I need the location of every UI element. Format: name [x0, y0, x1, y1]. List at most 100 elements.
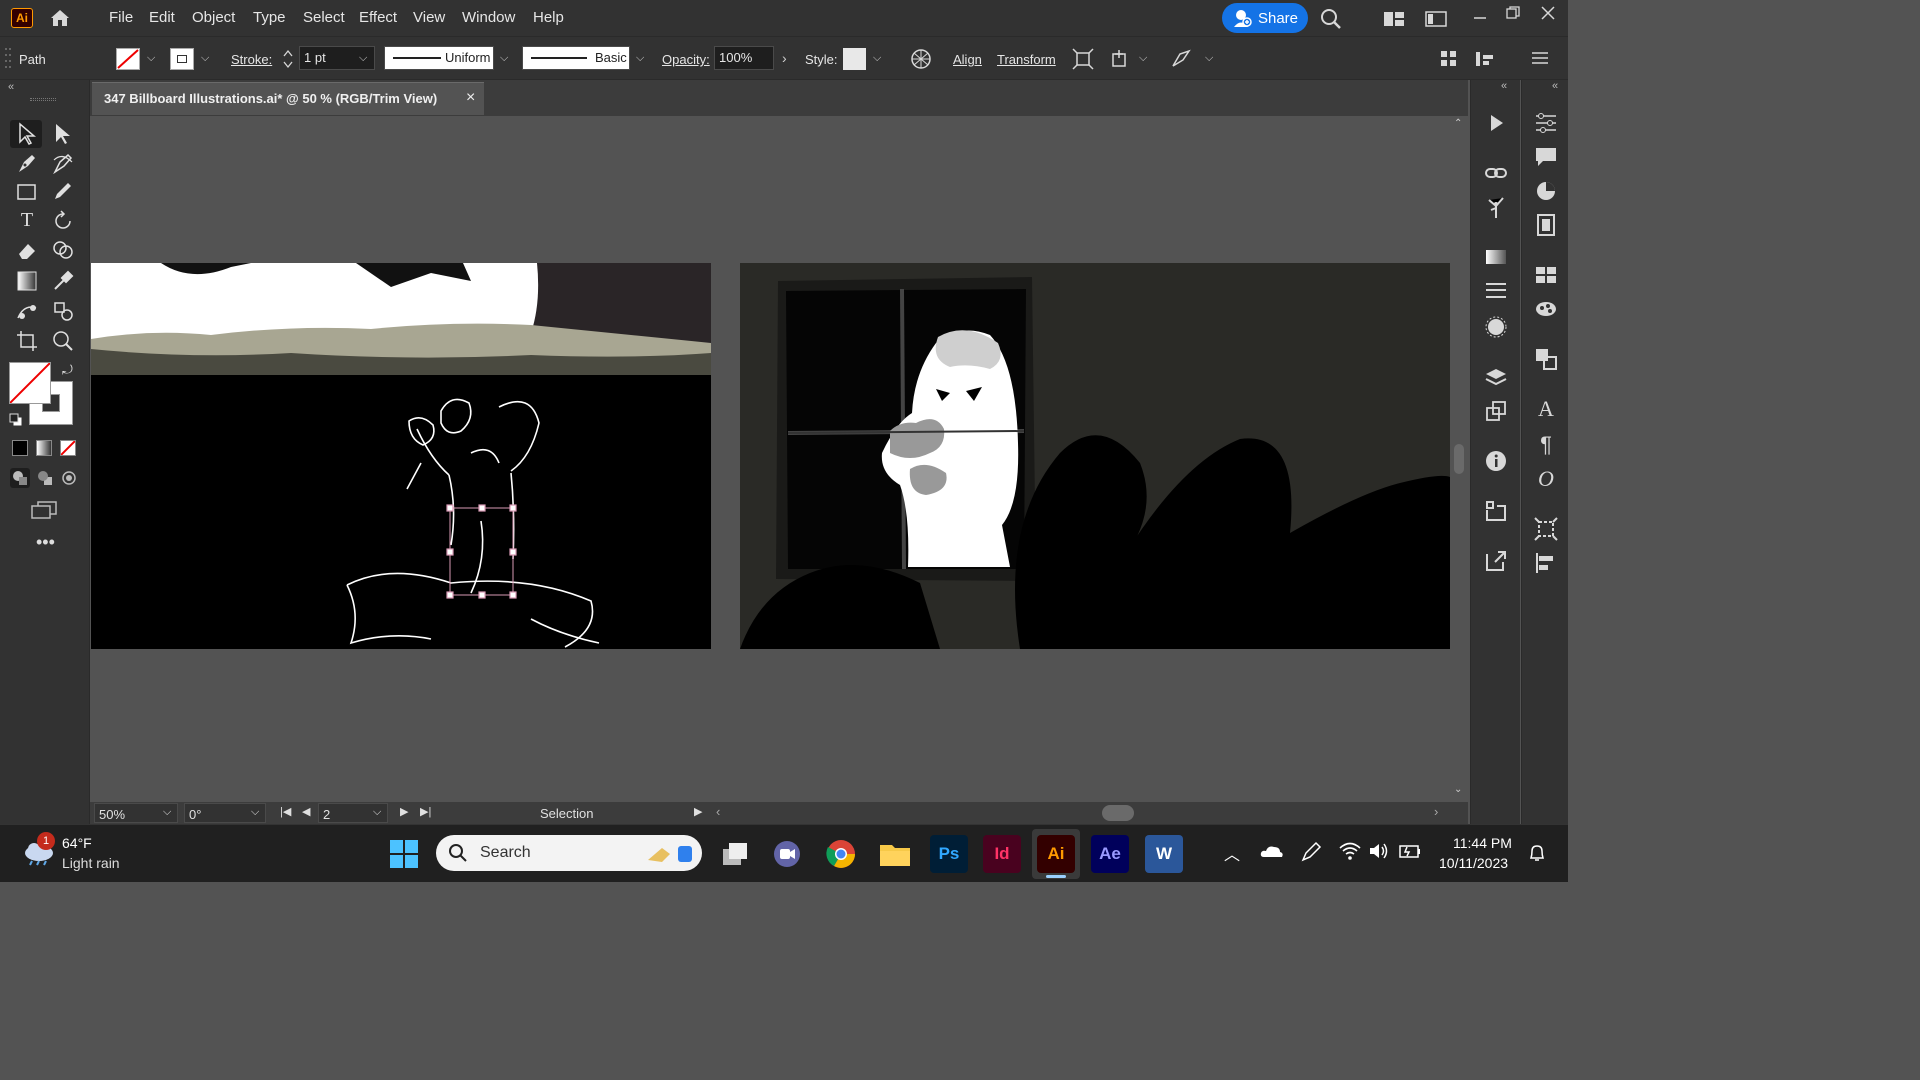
opentype-icon[interactable]: O	[1533, 466, 1559, 492]
comments-icon[interactable]	[1533, 144, 1559, 170]
after-effects-app[interactable]: Ae	[1091, 835, 1129, 873]
artboard-field[interactable]: 2 ⌵	[318, 803, 388, 823]
battery-icon[interactable]	[1398, 841, 1422, 861]
notification-bell-icon[interactable]	[1528, 843, 1546, 863]
chevron-down-icon[interactable]: ⌵	[1139, 52, 1147, 65]
next-artboard-icon[interactable]: ▶	[400, 805, 408, 818]
scroll-left-icon[interactable]: ‹	[716, 804, 720, 819]
share-button[interactable]: Share	[1222, 3, 1308, 33]
swap-colors-icon[interactable]: ⤾	[62, 362, 73, 378]
layers-icon[interactable]	[1483, 364, 1509, 390]
task-view-icon[interactable]	[719, 839, 751, 869]
opacity-label[interactable]: Opacity:	[662, 52, 710, 67]
puppet-warp-icon[interactable]	[1170, 48, 1192, 70]
teams-chat-icon[interactable]	[772, 839, 802, 869]
close-icon[interactable]	[1540, 5, 1556, 21]
collapse-icon[interactable]: «	[1501, 80, 1507, 92]
word-app[interactable]: W	[1145, 835, 1183, 873]
onedrive-icon[interactable]	[1260, 843, 1284, 859]
pencil-tool-icon[interactable]	[52, 180, 74, 202]
status-menu-icon[interactable]: ▶	[694, 805, 702, 818]
appearance-icon[interactable]	[1483, 314, 1509, 340]
artboards-icon[interactable]	[1483, 398, 1509, 424]
shape-builder-tool-icon[interactable]	[52, 240, 74, 262]
chevron-down-icon[interactable]: ⌵	[873, 52, 881, 65]
chevron-down-icon[interactable]: ⌵	[1205, 52, 1213, 65]
stepper-icon[interactable]	[282, 47, 294, 71]
eraser-tool-icon[interactable]	[16, 240, 38, 262]
zoom-field[interactable]: 50% ⌵	[94, 803, 178, 823]
last-artboard-icon[interactable]: ▶|	[420, 805, 431, 818]
chrome-icon[interactable]	[825, 838, 857, 870]
rotation-field[interactable]: 0° ⌵	[184, 803, 266, 823]
distribute-icon[interactable]	[1474, 50, 1496, 68]
photoshop-app[interactable]: Ps	[930, 835, 968, 873]
chevron-down-icon[interactable]: ⌵	[359, 52, 367, 65]
chevron-down-icon[interactable]: ⌵	[251, 806, 259, 819]
document-tab[interactable]: 347 Billboard Illustrations.ai* @ 50 % (…	[92, 82, 484, 115]
chevron-down-icon[interactable]: ⌵	[147, 52, 155, 65]
close-tab-icon[interactable]: ×	[466, 89, 475, 107]
minimize-icon[interactable]	[1472, 10, 1488, 26]
align-link[interactable]: Align	[953, 52, 982, 67]
default-colors-icon[interactable]	[9, 413, 23, 427]
menu-edit[interactable]: Edit	[149, 9, 175, 26]
wifi-icon[interactable]	[1338, 841, 1362, 861]
vertical-scrollbar[interactable]: ⌃ ⌄	[1450, 116, 1468, 802]
menu-type[interactable]: Type	[253, 9, 286, 26]
transform-link[interactable]: Transform	[997, 52, 1056, 67]
fill-color-box[interactable]	[9, 362, 51, 404]
draw-inside-icon[interactable]	[61, 470, 77, 486]
scroll-down-icon[interactable]: ⌄	[1454, 784, 1462, 795]
artboard-2[interactable]	[740, 263, 1450, 649]
graphic-style-swatch[interactable]	[843, 48, 866, 70]
fill-swatch[interactable]	[116, 48, 140, 70]
grid-panel-icon[interactable]	[1440, 50, 1458, 68]
swatches-icon[interactable]	[1533, 262, 1559, 288]
properties-icon[interactable]	[1533, 110, 1559, 136]
brushes-icon[interactable]	[1533, 296, 1559, 322]
pen-icon[interactable]	[1300, 841, 1322, 863]
panel-menu-icon[interactable]	[1532, 51, 1548, 65]
cc-libraries-icon[interactable]	[1483, 498, 1509, 524]
menu-help[interactable]: Help	[533, 9, 564, 26]
menu-file[interactable]: File	[109, 9, 133, 26]
zoom-tool-icon[interactable]	[52, 330, 74, 352]
menu-object[interactable]: Object	[192, 9, 235, 26]
gradient-mode-button[interactable]	[36, 440, 52, 456]
scroll-thumb[interactable]	[1454, 444, 1464, 474]
character-icon[interactable]: A	[1533, 396, 1559, 422]
chevron-down-icon[interactable]: ⌵	[201, 52, 209, 65]
align-panel-icon[interactable]	[1533, 550, 1559, 576]
selection-tool-icon[interactable]	[16, 122, 38, 146]
previous-artboard-icon[interactable]: ◀	[302, 805, 310, 818]
scroll-up-icon[interactable]: ⌃	[1454, 118, 1462, 129]
gradient-panel-icon[interactable]	[1483, 244, 1509, 270]
none-mode-button[interactable]	[60, 440, 76, 456]
indesign-app[interactable]: Id	[983, 835, 1021, 873]
home-icon[interactable]	[49, 8, 71, 28]
windows-start-icon[interactable]	[389, 839, 419, 869]
document-info-icon[interactable]	[1533, 212, 1559, 238]
curvature-tool-icon[interactable]	[52, 152, 74, 174]
arrange-documents-icon[interactable]	[1383, 10, 1405, 28]
artboard-1[interactable]	[91, 263, 711, 649]
rectangle-tool-icon[interactable]	[16, 182, 38, 202]
transform-panel-icon[interactable]	[1533, 516, 1559, 542]
info-icon[interactable]	[1483, 448, 1509, 474]
blend-tool-icon[interactable]	[16, 300, 38, 322]
type-tool-icon[interactable]: T	[14, 208, 40, 232]
variable-width-profile[interactable]: Uniform	[384, 46, 494, 70]
symbol-sprayer-tool-icon[interactable]	[52, 300, 74, 322]
export-icon[interactable]	[1483, 548, 1509, 574]
menu-select[interactable]: Select	[303, 9, 345, 26]
chevron-down-icon[interactable]: ⌵	[373, 806, 381, 819]
search-icon[interactable]	[1320, 8, 1342, 30]
screen-mode-icon[interactable]	[30, 500, 58, 520]
transform-anchor-icon[interactable]	[1110, 48, 1132, 70]
pen-tool-icon[interactable]	[16, 152, 38, 174]
pathfinder-icon[interactable]	[1533, 346, 1559, 372]
paragraph-icon[interactable]: ¶	[1533, 432, 1559, 458]
eyedropper-tool-icon[interactable]	[52, 270, 74, 292]
draw-behind-icon[interactable]	[37, 470, 53, 486]
